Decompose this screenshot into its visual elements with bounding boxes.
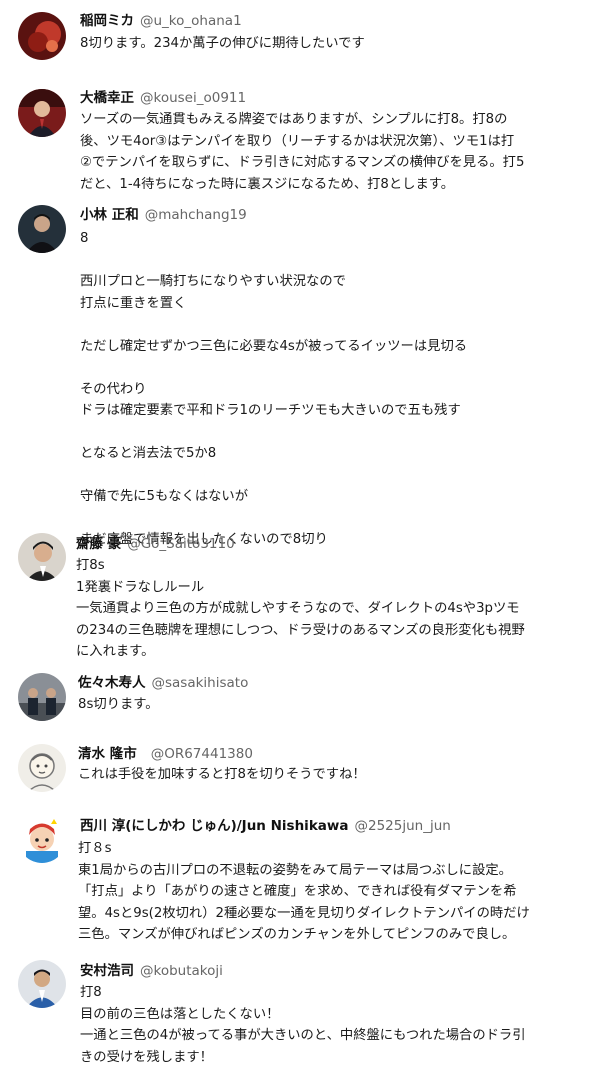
tweet-text: 8s切ります。 xyxy=(78,697,159,712)
avatar[interactable] xyxy=(18,12,66,60)
tweet-text: 打8 目の前の三色は落としたくない！ 一通と三色の4が被ってる事が大きいのと、中… xyxy=(80,985,526,1065)
tweet-text: 8 西川プロと一騎打ちになりやすい状況なので 打点に重きを置く ただし確定せずか… xyxy=(80,231,468,547)
user-handle[interactable]: @2525jun_jun xyxy=(354,818,450,834)
avatar[interactable] xyxy=(18,815,66,863)
user-name[interactable]: 佐々木寿人 xyxy=(78,675,146,691)
tweet-text: これは手役を加味すると打8を切りそうですね！ xyxy=(78,767,366,782)
user-name[interactable]: 安村浩司 xyxy=(80,963,134,979)
user-handle[interactable]: @sasakihisato xyxy=(152,675,249,691)
user-name[interactable]: 小林 正和 xyxy=(80,207,139,223)
user-handle[interactable]: @Go_Saito3110 xyxy=(127,536,234,552)
user-handle[interactable]: @OR67441380 xyxy=(151,746,253,762)
user-handle[interactable]: @kobutakoji xyxy=(140,963,223,979)
user-name[interactable]: 大橋幸正 xyxy=(80,90,134,106)
tweet-text: ソーズの一気通貫もみえる牌姿ではありますが、シンプルに打8。打8の 後、ツモ4o… xyxy=(80,112,525,192)
user-handle[interactable]: @kousei_o0911 xyxy=(140,90,246,106)
avatar[interactable] xyxy=(18,89,66,137)
tweet-text: 8切ります。234か萬子の伸びに期待したいです xyxy=(80,36,365,51)
avatar[interactable] xyxy=(18,960,66,1008)
avatar[interactable] xyxy=(18,744,66,792)
user-name[interactable]: 西川 淳(にしかわ じゅん)/Jun Nishikawa xyxy=(80,818,348,834)
tweet-text: 打8s 1発裏ドラなしルール 一気通貫より三色の方が成就しやすそうなので、ダイレ… xyxy=(76,558,525,659)
tweet-text: 打８s 東1局からの古川プロの不退転の姿勢をみて局テーマは局つぶしに設定。 「打… xyxy=(78,841,530,942)
avatar[interactable] xyxy=(18,205,66,253)
avatar[interactable] xyxy=(18,673,66,721)
user-name[interactable]: 清水 隆市 xyxy=(78,746,137,762)
user-name[interactable]: 稲岡ミカ xyxy=(80,13,134,29)
avatar[interactable] xyxy=(18,533,66,581)
user-name[interactable]: 齋藤 豪 xyxy=(76,536,121,552)
user-handle[interactable]: @mahchang19 xyxy=(145,207,247,223)
user-handle[interactable]: @u_ko_ohana1 xyxy=(140,13,242,29)
